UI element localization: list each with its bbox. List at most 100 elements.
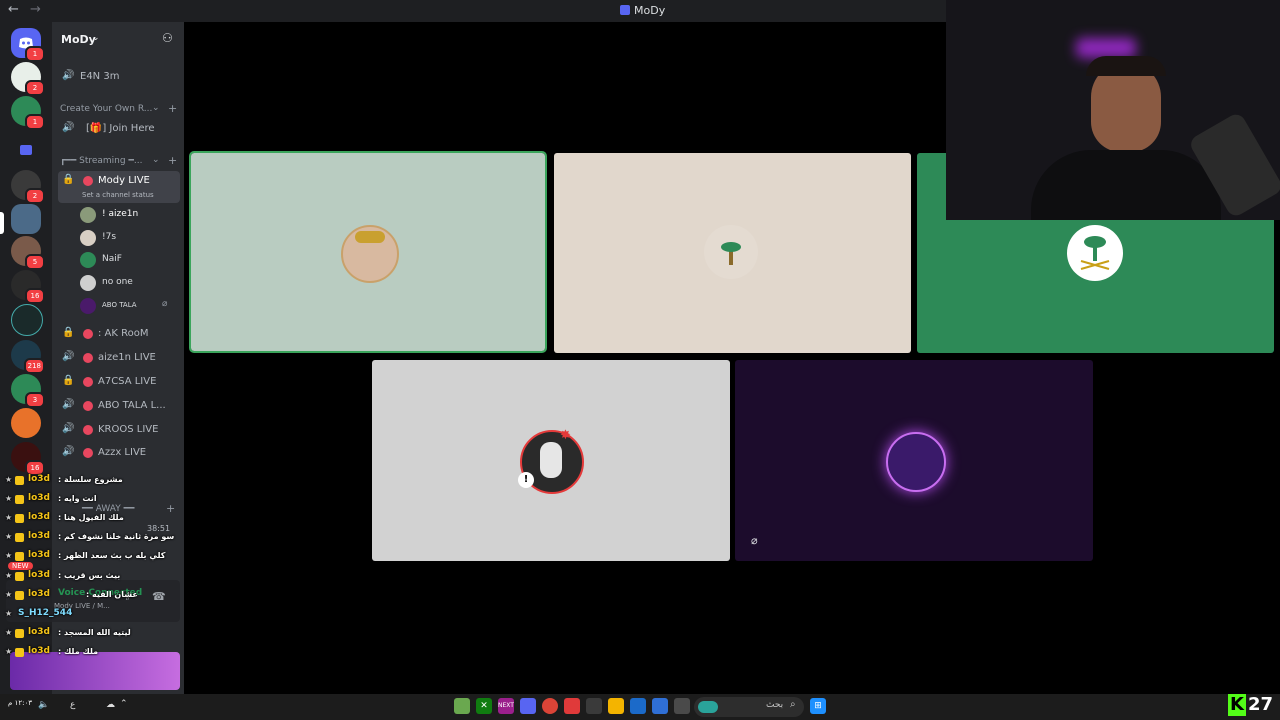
volume-icon[interactable]: 🔈	[38, 700, 49, 710]
badge-icon	[15, 514, 24, 523]
chat-message: ★ lo3d: ليتيه الله المسجد	[5, 627, 131, 638]
voice-user[interactable]: ABO TALA ⌀	[78, 296, 178, 316]
kick-logo-icon: K	[1228, 694, 1246, 716]
category-header[interactable]: ┏━━ Streaming ━... ⌄ +	[60, 154, 180, 170]
cloud-icon[interactable]: ☁	[106, 700, 115, 710]
window-title: MoDy	[634, 4, 666, 17]
channel-item[interactable]: 🔒 : AK RooM	[58, 324, 180, 344]
channel-item[interactable]: 🔊 KROOS LIVE	[58, 420, 180, 440]
start-icon[interactable]: ⊞	[810, 698, 826, 714]
notification-badge: 1	[25, 114, 45, 130]
back-arrow-icon[interactable]: ←	[8, 2, 19, 17]
server-icon-palm[interactable]: 2	[11, 62, 45, 96]
notification-badge: 218	[23, 358, 45, 374]
avatar	[341, 225, 399, 283]
server-icon-selected[interactable]	[11, 204, 41, 234]
speaker-icon: 🔊	[62, 70, 75, 81]
chrome-icon[interactable]	[542, 698, 558, 714]
server-icon-dark[interactable]: 2	[11, 170, 45, 204]
participant-tile[interactable]: ! ✸	[372, 360, 730, 561]
chevron-down-icon: ⌄	[152, 155, 160, 165]
live-dot	[83, 329, 93, 339]
voice-user[interactable]: NaiF	[78, 250, 178, 270]
invite-user-icon[interactable]: ⚇	[162, 31, 173, 45]
server-icon-red[interactable]: 16	[11, 442, 45, 476]
server-icon-mask[interactable]: 16	[11, 270, 45, 304]
live-dot	[83, 377, 93, 387]
avatar	[704, 225, 758, 279]
lock-icon: 🔒	[62, 375, 75, 386]
chevron-down-icon: ⌄	[92, 33, 100, 43]
category-header[interactable]: Create Your Own R... ⌄ +	[60, 102, 180, 118]
server-header[interactable]: MoDy ⌄ ⚇	[52, 22, 184, 58]
avatar	[886, 432, 946, 492]
avatar	[80, 252, 96, 268]
channel-item[interactable]: 🔊 E4N 3m	[58, 67, 180, 87]
stream-chat-overlay: ★ lo3d: مشروع سلسلة ★ lo3d: انت وايه ★ lo3d…	[0, 472, 185, 694]
chat-message: ★ S_H12_544	[5, 608, 73, 618]
participant-tile[interactable]: ⌀	[735, 360, 1093, 561]
speaker-icon: 🔊	[62, 399, 75, 410]
app-icon[interactable]	[652, 698, 668, 714]
voice-user[interactable]: no one	[78, 273, 178, 293]
channel-item[interactable]: 🔊 aize1n LIVE	[58, 348, 180, 368]
taskbar-app-icon[interactable]	[454, 698, 470, 714]
calculator-icon[interactable]	[586, 698, 602, 714]
notification-badge: 1	[25, 46, 45, 62]
search-highlight-icon	[698, 701, 718, 713]
star-icon: ★	[5, 590, 13, 599]
badge-icon	[15, 533, 24, 542]
star-icon: ★	[5, 475, 13, 484]
channel-item[interactable]: 🔒 A7CSA LIVE	[58, 372, 180, 392]
selected-server-indicator	[0, 212, 4, 234]
server-icon-hook[interactable]: 218	[11, 340, 45, 374]
kick-viewer-overlay: K 27	[1228, 694, 1280, 720]
server-icon-eye[interactable]	[11, 408, 41, 438]
server-icon-logo[interactable]	[11, 304, 43, 336]
webcam-feed	[946, 0, 1280, 220]
app-icon	[620, 5, 630, 15]
star-icon: ★	[5, 513, 13, 522]
add-channel-icon[interactable]: +	[168, 154, 177, 167]
chat-message: ★ lo3d: انت وايه	[5, 493, 97, 504]
star-icon: ★	[5, 647, 13, 656]
channel-item-active[interactable]: 🔒 Mody LIVE Set a channel status	[58, 171, 180, 203]
server-icon-gear[interactable]: 1	[11, 96, 45, 130]
avatar	[80, 275, 96, 291]
folder-icon[interactable]	[608, 698, 624, 714]
xbox-icon[interactable]: ✕	[476, 698, 492, 714]
live-dot	[83, 401, 93, 411]
notification-badge: 2	[25, 80, 45, 96]
forward-arrow-icon[interactable]: →	[30, 2, 41, 17]
palm-tree-icon	[721, 242, 741, 265]
app-icon[interactable]: NEXT	[498, 698, 514, 714]
voice-user[interactable]: !7s	[78, 228, 178, 248]
lock-icon: 🔒	[62, 174, 75, 185]
channel-item[interactable]: 🔊 [🎁] Join Here	[58, 119, 180, 139]
participant-tile-speaking[interactable]	[189, 151, 547, 353]
participant-tile[interactable]	[554, 153, 911, 353]
server-icon-person[interactable]: 5	[11, 236, 45, 270]
chat-message: ★ lo3d: بيث بس قريب	[5, 570, 121, 581]
chevron-up-icon[interactable]: ⌃	[120, 699, 128, 709]
steam-icon[interactable]	[630, 698, 646, 714]
taskbar-search[interactable]: بحث ⌕	[694, 697, 804, 717]
discord-taskbar-icon[interactable]	[520, 698, 536, 714]
notification-badge: 3	[25, 392, 45, 408]
channel-item[interactable]: 🔊 Azzx LIVE	[58, 443, 180, 463]
channel-item[interactable]: 🔊 ABO TALA L...	[58, 396, 180, 416]
voice-user[interactable]: ! aize1n	[78, 205, 178, 225]
server-icon-ball[interactable]: 3	[11, 374, 45, 408]
app-icon[interactable]	[564, 698, 580, 714]
add-channel-icon[interactable]: +	[168, 102, 177, 115]
speaker-icon: 🔊	[62, 423, 75, 434]
star-icon: ★	[5, 494, 13, 503]
star-icon: ★	[5, 628, 13, 637]
discord-home-icon[interactable]: 1	[11, 28, 45, 62]
taskbar: ١٢:٠٣ م 🔈 ع ☁ ⌃ ✕ NEXT بحث ⌕ ⊞	[0, 694, 1280, 720]
window-icon[interactable]	[674, 698, 690, 714]
notification-badge: 16	[25, 288, 45, 304]
streamer-hair	[1086, 56, 1166, 76]
folder-icon[interactable]	[11, 136, 41, 166]
keyboard-icon[interactable]: ع	[70, 700, 75, 710]
